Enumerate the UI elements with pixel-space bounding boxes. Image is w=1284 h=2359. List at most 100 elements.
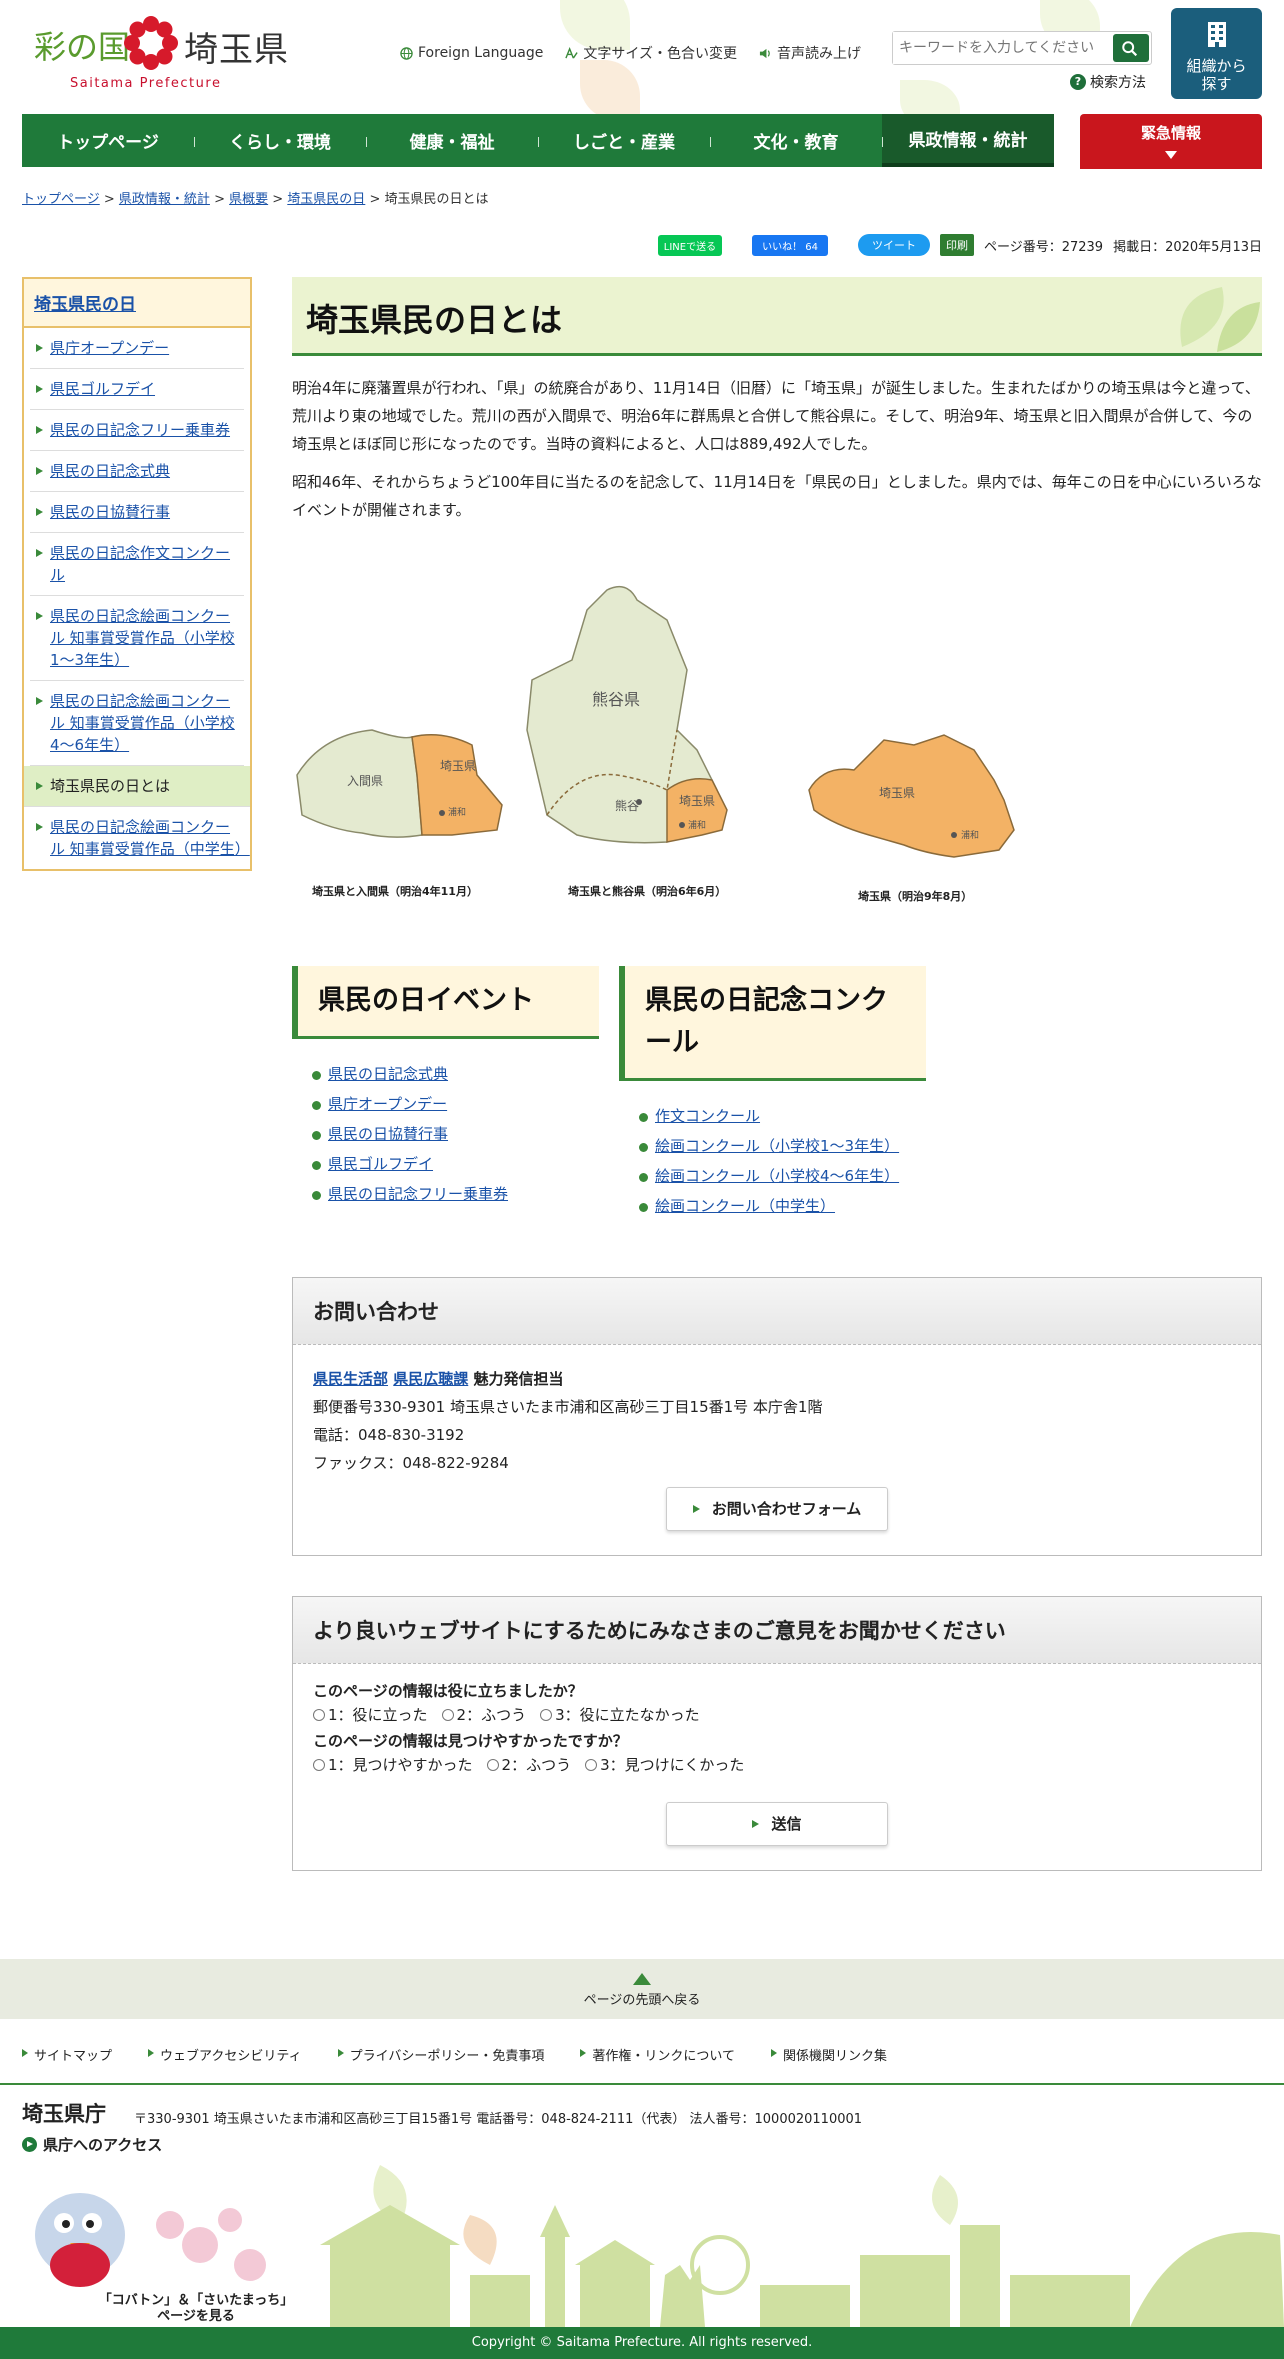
side-nav-item-label[interactable]: 県民の日記念作文コンクール — [50, 544, 230, 584]
text-size-icon — [565, 46, 579, 59]
side-nav-title[interactable]: 埼玉県民の日 — [24, 279, 250, 328]
survey-radio[interactable]: 1：役に立った — [313, 1702, 428, 1728]
nav-living[interactable]: くらし・環境 — [194, 114, 366, 167]
list-item-link[interactable]: 県民の日協賛行事 — [328, 1125, 448, 1143]
page-top-label: ページの先頭へ戻る — [583, 1993, 701, 2008]
radio-circle[interactable] — [313, 1759, 325, 1771]
survey-radio[interactable]: 2：ふつう — [441, 1702, 527, 1728]
list-item[interactable]: 絵画コンクール（小学校4～6年生） — [639, 1161, 926, 1191]
list-item-link[interactable]: 作文コンクール — [655, 1107, 760, 1125]
contact-tel: 電話：048-830-3192 — [313, 1426, 465, 1444]
footer-link-privacy[interactable]: プライバシーポリシー・免責事項 — [337, 2045, 544, 2064]
list-item-link[interactable]: 絵画コンクール（小学校4～6年生） — [655, 1167, 899, 1185]
breadcrumb-kenmin[interactable]: 埼玉県民の日 — [287, 192, 365, 207]
breadcrumb-overview[interactable]: 県概要 — [229, 192, 268, 207]
side-nav-item[interactable]: 県民の日記念絵画コンクール 知事賞受賞作品（小学校4～6年生） — [30, 681, 244, 766]
tweet-button[interactable]: ツイート — [857, 234, 930, 256]
side-nav-item[interactable]: 県民の日記念フリー乗車券 — [30, 410, 244, 451]
list-item-link[interactable]: 県庁オープンデー — [328, 1095, 447, 1113]
footer-link-related[interactable]: 関係機関リンク集 — [770, 2045, 887, 2064]
list-item-link[interactable]: 県民の日記念フリー乗車券 — [328, 1185, 508, 1203]
breadcrumb-government[interactable]: 県政情報・統計 — [119, 192, 210, 207]
side-nav-title-link[interactable]: 埼玉県民の日 — [34, 295, 136, 315]
org-search-label: 組織から探す — [1186, 57, 1247, 93]
radio-circle[interactable] — [441, 1709, 454, 1721]
contact-body: 県民生活部 県民広聴課 魅力発信担当 郵便番号330-9301 埼玉県さいたま市… — [293, 1345, 1261, 1555]
page-title-box: 埼玉県民の日とは — [292, 277, 1262, 356]
search-input[interactable] — [893, 32, 1111, 64]
list-item-link[interactable]: 県民の日記念式典 — [328, 1065, 448, 1083]
mascot-link[interactable]: 「コバトン」＆「さいたまっち」ページを見る — [98, 2293, 294, 2325]
side-nav-item[interactable]: 県民の日記念作文コンクール — [30, 533, 244, 596]
footer-link-copyright[interactable]: 著作権・リンクについて — [580, 2045, 735, 2064]
list-item[interactable]: 作文コンクール — [639, 1101, 926, 1131]
list-item-link[interactable]: 絵画コンクール（中学生） — [655, 1197, 835, 1215]
side-nav-item-label[interactable]: 県民の日記念絵画コンクール 知事賞受賞作品（中学生） — [50, 818, 250, 858]
list-item[interactable]: 県民の日協賛行事 — [312, 1119, 599, 1149]
list-item[interactable]: 県庁オープンデー — [312, 1089, 599, 1119]
side-nav-item-label[interactable]: 県民ゴルフデイ — [50, 380, 155, 398]
contact-form-button[interactable]: お問い合わせフォーム — [666, 1487, 888, 1531]
page-top-link[interactable]: ページの先頭へ戻る — [0, 1959, 1284, 2019]
radio-circle[interactable] — [585, 1759, 598, 1771]
nav-top[interactable]: トップページ — [22, 114, 194, 167]
search-button[interactable] — [1113, 34, 1149, 62]
radio-label: 3：見つけにくかった — [600, 1756, 745, 1774]
nav-health[interactable]: 健康・福祉 — [366, 114, 538, 167]
side-nav-item-label[interactable]: 県庁オープンデー — [50, 339, 169, 357]
side-nav-item[interactable]: 県民の日記念絵画コンクール 知事賞受賞作品（小学校1～3年生） — [30, 596, 244, 681]
side-nav-item[interactable]: 県庁オープンデー — [30, 328, 244, 369]
leaf-decoration — [580, 60, 640, 120]
radio-circle[interactable] — [486, 1759, 499, 1771]
list-item[interactable]: 県民の日記念フリー乗車券 — [312, 1179, 599, 1209]
org-search-button[interactable]: 組織から探す — [1171, 8, 1262, 99]
line-share-button[interactable]: LINEで送る — [657, 234, 723, 256]
survey-submit-button[interactable]: 送信 — [666, 1802, 888, 1846]
list-item[interactable]: 絵画コンクール（中学生） — [639, 1191, 926, 1221]
survey-radio[interactable]: 2：ふつう — [486, 1752, 571, 1778]
publish-date: 掲載日：2020年5月13日 — [1113, 239, 1262, 255]
contact-dept-link[interactable]: 県民生活部 — [313, 1370, 388, 1388]
nav-work[interactable]: しごと・産業 — [538, 114, 710, 167]
list-item[interactable]: 県民ゴルフデイ — [312, 1149, 599, 1179]
radio-circle[interactable] — [540, 1709, 553, 1721]
list-item-link[interactable]: 県民ゴルフデイ — [328, 1155, 433, 1173]
contact-dept-line: 県民生活部 県民広聴課 魅力発信担当 — [313, 1365, 1241, 1393]
nav-culture[interactable]: 文化・教育 — [710, 114, 882, 167]
foreign-language-link[interactable]: Foreign Language — [400, 43, 543, 63]
list-item[interactable]: 絵画コンクール（小学校1～3年生） — [639, 1131, 926, 1161]
survey-radio[interactable]: 3：見つけにくかった — [585, 1752, 744, 1778]
footer-links: サイトマップ ウェブアクセシビリティ プライバシーポリシー・免責事項 著作権・リ… — [22, 2045, 887, 2064]
radio-circle[interactable] — [313, 1709, 325, 1721]
nav-government[interactable]: 県政情報・統計 — [882, 114, 1054, 167]
facebook-like-button[interactable]: いいね！ 64 — [752, 234, 828, 256]
site-logo[interactable]: 彩の国 埼玉県 Saitama Prefecture — [30, 16, 290, 96]
side-nav-item[interactable]: 県民の日協賛行事 — [30, 492, 244, 533]
side-nav-item-label[interactable]: 県民の日記念フリー乗車券 — [50, 421, 230, 439]
emergency-button[interactable]: 緊急情報 — [1080, 114, 1262, 169]
side-nav-item[interactable]: 県民の日記念式典 — [30, 451, 244, 492]
intro-paragraph-1: 明治4年に廃藩置県が行われ、「県」の統廃合があり、11月14日（旧暦）に「埼玉県… — [292, 379, 1260, 453]
survey-radio[interactable]: 3：役に立たなかった — [540, 1702, 700, 1728]
footer-link-sitemap[interactable]: サイトマップ — [22, 2045, 112, 2064]
survey-radio[interactable]: 1：見つけやすかった — [313, 1752, 473, 1778]
side-nav-item[interactable]: 県民の日記念絵画コンクール 知事賞受賞作品（中学生） — [30, 807, 250, 869]
contests-list: 作文コンクール 絵画コンクール（小学校1～3年生） 絵画コンクール（小学校4～6… — [639, 1101, 926, 1221]
side-nav-item-label[interactable]: 県民の日協賛行事 — [50, 503, 170, 521]
print-button[interactable]: 印刷 — [939, 234, 974, 256]
text-size-link[interactable]: 文字サイズ・色合い変更 — [565, 43, 737, 63]
access-link[interactable]: 県庁へのアクセス — [22, 2134, 162, 2155]
side-nav-item-label[interactable]: 県民の日記念式典 — [50, 462, 170, 480]
circle-arrow-icon — [22, 2137, 37, 2152]
radio-label: 2：ふつう — [456, 1706, 527, 1724]
list-item[interactable]: 県民の日記念式典 — [312, 1059, 599, 1089]
side-nav-item[interactable]: 県民ゴルフデイ — [30, 369, 244, 410]
side-nav-item-label[interactable]: 県民の日記念絵画コンクール 知事賞受賞作品（小学校1～3年生） — [50, 607, 235, 669]
list-item-link[interactable]: 絵画コンクール（小学校1～3年生） — [655, 1137, 899, 1155]
voice-link[interactable]: 音声読み上げ — [759, 43, 861, 63]
footer-link-accessibility[interactable]: ウェブアクセシビリティ — [148, 2045, 302, 2064]
contact-section-link[interactable]: 県民広聴課 — [393, 1370, 468, 1388]
breadcrumb-top[interactable]: トップページ — [22, 192, 100, 207]
side-nav-item-label[interactable]: 県民の日記念絵画コンクール 知事賞受賞作品（小学校4～6年生） — [50, 692, 235, 754]
search-help-link[interactable]: ? 検索方法 — [1070, 72, 1146, 92]
